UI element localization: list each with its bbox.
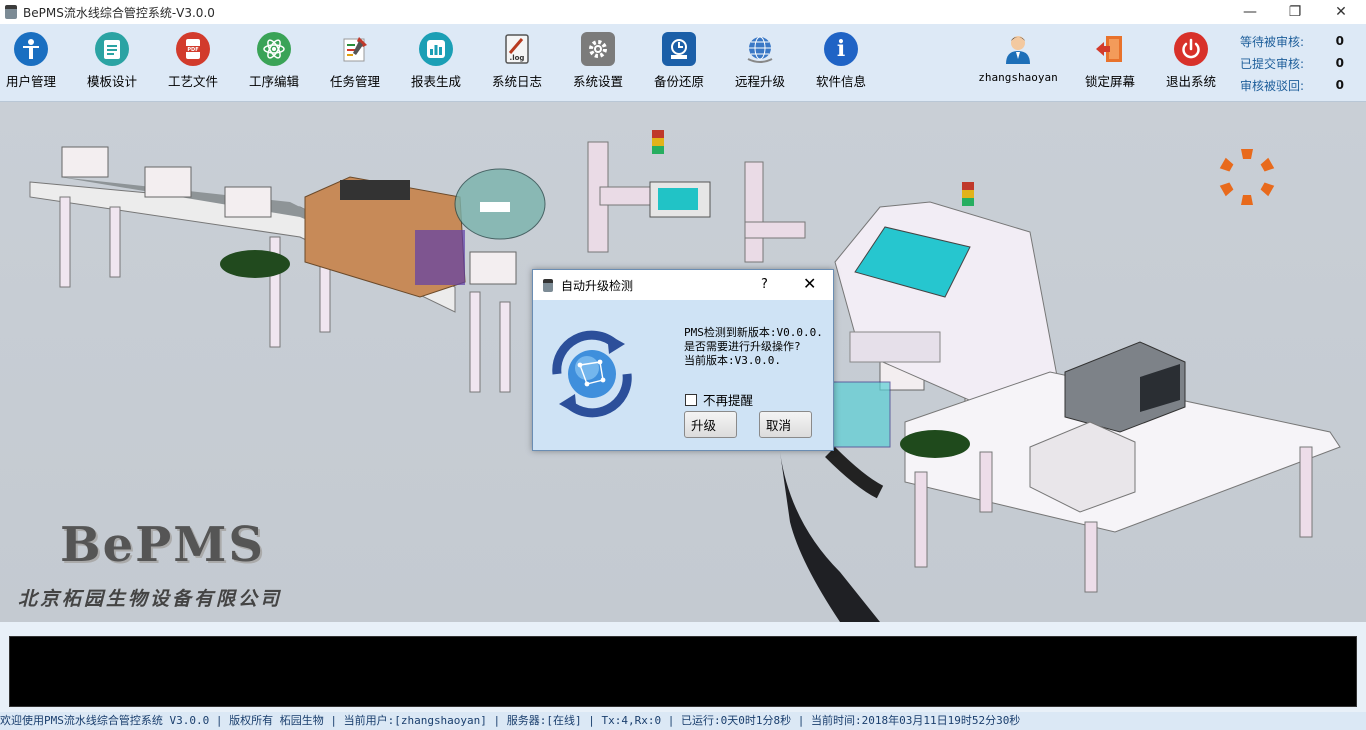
toolbar-label: 远程升级 (734, 74, 785, 89)
counter-submitted: 已提交审核: 0 (1240, 52, 1360, 74)
toolbar-procedure-edit[interactable]: 工序编辑 (234, 32, 314, 96)
message-line: PMS检测到新版本:V0.0.0. (684, 326, 823, 339)
backup-icon (662, 32, 696, 66)
toolbar-label: 退出系统 (1165, 74, 1216, 89)
dialog-title-bar: 自动升级检测 ? ✕ (533, 270, 833, 300)
toolbar-label: 模板设计 (86, 74, 137, 89)
upgrade-globe-icon (552, 330, 632, 418)
dialog-app-icon (543, 278, 553, 292)
main-toolbar: 用户管理 模板设计 PDF 工艺文件 工序编辑 任务管理 报表生成 .log 系 (0, 24, 1366, 102)
toolbar-user-management[interactable]: 用户管理 (0, 32, 71, 96)
log-icon: .log (500, 32, 534, 66)
power-icon (1174, 32, 1208, 66)
toolbar-report[interactable]: 报表生成 (396, 32, 476, 96)
gear-icon (581, 32, 615, 66)
window-title: BePMS流水线综合管控系统-V3.0.0 (23, 5, 215, 20)
toolbar-label: 锁定屏幕 (1084, 74, 1135, 89)
toolbar-software-info[interactable]: i 软件信息 (801, 32, 881, 96)
toolbar-system-log[interactable]: .log 系统日志 (477, 32, 557, 96)
checkbox-label: 不再提醒 (703, 393, 754, 408)
message-line: 是否需要进行升级操作? (684, 340, 801, 353)
auto-upgrade-dialog: 自动升级检测 ? ✕ PMS检测到新版本:V0.0.0. 是否需要进行升级操作? 当… (532, 269, 834, 451)
title-bar: BePMS流水线综合管控系统-V3.0.0 — ❐ ✕ (0, 0, 1366, 24)
toolbar-label: 任务管理 (329, 74, 380, 89)
app-icon (5, 5, 17, 19)
toolbar-task-management[interactable]: 任务管理 (315, 32, 395, 96)
toolbar-label: 备份还原 (653, 74, 704, 89)
log-output[interactable] (9, 636, 1357, 707)
counter-label: 审核被驳回: (1240, 78, 1305, 93)
toolbar-system-settings[interactable]: 系统设置 (558, 32, 638, 96)
counter-rejected: 审核被驳回: 0 (1240, 74, 1360, 96)
checkbox-box[interactable] (685, 393, 697, 406)
dont-remind-checkbox[interactable]: 不再提醒 (685, 390, 753, 409)
template-icon (95, 32, 129, 66)
toolbar-backup-restore[interactable]: 备份还原 (639, 32, 719, 96)
svg-text:PDF: PDF (187, 47, 198, 53)
toolbar-process-file[interactable]: PDF 工艺文件 (153, 32, 233, 96)
upgrade-button[interactable]: 升级 (684, 411, 737, 438)
toolbar-current-user[interactable]: zhangshaoyan (978, 32, 1058, 96)
status-bar: 欢迎使用PMS流水线综合管控系统 V3.0.0 | 版权所有 柘园生物 | 当前… (0, 712, 1366, 730)
task-icon (338, 32, 372, 66)
counter-label: 已提交审核: (1240, 56, 1305, 71)
user-avatar-icon (1001, 32, 1035, 66)
counter-value: 0 (1335, 34, 1344, 48)
company-name: 北京柘园生物设备有限公司 (18, 588, 283, 610)
dialog-close-button[interactable]: ✕ (803, 274, 816, 293)
message-line: 当前版本:V3.0.0. (684, 354, 781, 367)
toolbar-lock-screen[interactable]: 锁定屏幕 (1070, 32, 1150, 96)
toolbar-template-design[interactable]: 模板设计 (72, 32, 152, 96)
report-icon (419, 32, 453, 66)
counter-label: 等待被审核: (1240, 34, 1305, 49)
toolbar-label: 系统设置 (572, 74, 623, 89)
toolbar-label: 系统日志 (491, 74, 542, 89)
toolbar-label: 工序编辑 (248, 74, 299, 89)
help-button[interactable]: ? (761, 277, 768, 292)
counter-pending: 等待被审核: 0 (1240, 30, 1360, 52)
close-button[interactable]: ✕ (1318, 0, 1364, 24)
user-management-icon (14, 32, 48, 66)
toolbar-remote-upgrade[interactable]: 远程升级 (720, 32, 800, 96)
toolbar-label: 工艺文件 (167, 74, 218, 89)
counter-value: 0 (1335, 78, 1344, 92)
review-counters: 等待被审核: 0 已提交审核: 0 审核被驳回: 0 (1240, 30, 1360, 96)
toolbar-label: zhangshaoyan (978, 71, 1058, 84)
svg-text:.log: .log (510, 54, 525, 62)
toolbar-label: 用户管理 (5, 74, 56, 89)
counter-value: 0 (1335, 56, 1344, 70)
log-panel (0, 622, 1366, 712)
cancel-button[interactable]: 取消 (759, 411, 812, 438)
brand-logo-text: BePMS (60, 517, 265, 573)
lock-screen-icon (1093, 32, 1127, 66)
toolbar-label: 软件信息 (815, 74, 866, 89)
toolbar-exit[interactable]: 退出系统 (1151, 32, 1231, 96)
globe-icon (743, 32, 777, 66)
info-icon: i (824, 32, 858, 66)
atom-icon (257, 32, 291, 66)
restore-button[interactable]: ❐ (1272, 0, 1318, 24)
minimize-button[interactable]: — (1227, 0, 1273, 24)
dialog-title: 自动升级检测 (561, 278, 634, 293)
upgrade-message: PMS检测到新版本:V0.0.0. 是否需要进行升级操作? 当前版本:V3.0.0. (684, 326, 823, 368)
pdf-icon: PDF (176, 32, 210, 66)
toolbar-label: 报表生成 (410, 74, 461, 89)
